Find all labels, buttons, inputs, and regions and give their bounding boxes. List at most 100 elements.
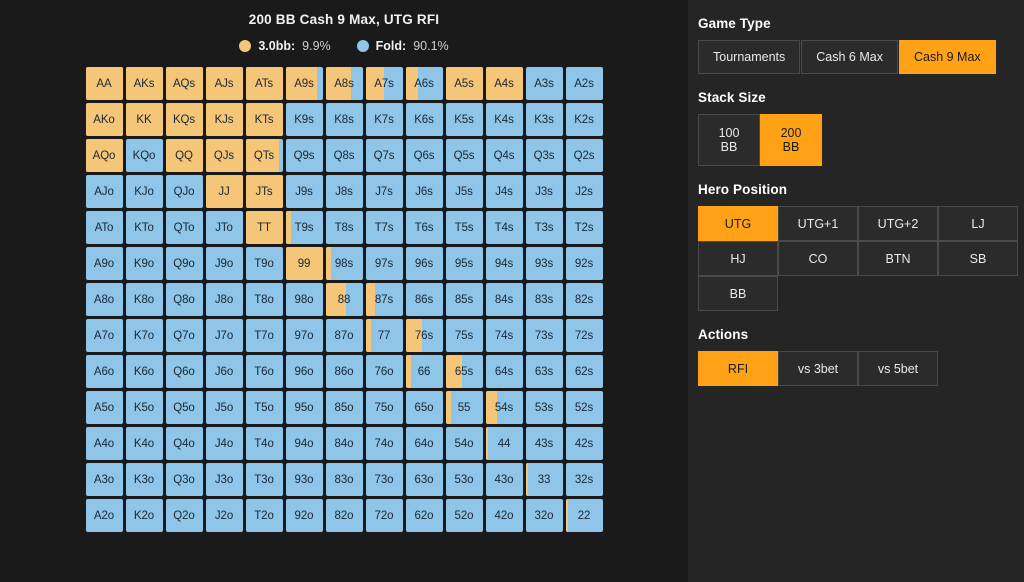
hero-position-option-co[interactable]: CO: [778, 241, 858, 276]
range-cell[interactable]: 86s: [406, 283, 443, 316]
range-cell[interactable]: Q7o: [166, 319, 203, 352]
range-cell[interactable]: 92o: [286, 499, 323, 532]
range-cell[interactable]: K2s: [566, 103, 603, 136]
range-cell[interactable]: Q6s: [406, 139, 443, 172]
range-cell[interactable]: K7s: [366, 103, 403, 136]
range-cell[interactable]: 22: [566, 499, 603, 532]
range-cell[interactable]: 73s: [526, 319, 563, 352]
range-cell[interactable]: AKs: [126, 67, 163, 100]
range-cell[interactable]: 97o: [286, 319, 323, 352]
range-cell[interactable]: 93o: [286, 463, 323, 496]
range-cell[interactable]: T2o: [246, 499, 283, 532]
range-cell[interactable]: 95s: [446, 247, 483, 280]
range-cell[interactable]: 52s: [566, 391, 603, 424]
range-cell[interactable]: 88: [326, 283, 363, 316]
range-cell[interactable]: AQo: [86, 139, 123, 172]
game-type-option-cash-6-max[interactable]: Cash 6 Max: [801, 40, 898, 74]
range-cell[interactable]: 75s: [446, 319, 483, 352]
range-cell[interactable]: A8o: [86, 283, 123, 316]
range-cell[interactable]: 55: [446, 391, 483, 424]
stack-size-option-100-bb[interactable]: 100 BB: [698, 114, 760, 166]
range-cell[interactable]: T6s: [406, 211, 443, 244]
range-cell[interactable]: 62s: [566, 355, 603, 388]
range-cell[interactable]: J4s: [486, 175, 523, 208]
range-cell[interactable]: J2o: [206, 499, 243, 532]
range-cell[interactable]: T2s: [566, 211, 603, 244]
range-cell[interactable]: J7s: [366, 175, 403, 208]
range-cell[interactable]: A3s: [526, 67, 563, 100]
range-cell[interactable]: Q4s: [486, 139, 523, 172]
range-cell[interactable]: JJ: [206, 175, 243, 208]
range-cell[interactable]: K6s: [406, 103, 443, 136]
game-type-options[interactable]: TournamentsCash 6 MaxCash 9 Max: [698, 40, 1006, 74]
range-cell[interactable]: K3o: [126, 463, 163, 496]
range-cell[interactable]: A6s: [406, 67, 443, 100]
range-cell[interactable]: J8s: [326, 175, 363, 208]
range-cell[interactable]: T3o: [246, 463, 283, 496]
range-cell[interactable]: 42o: [486, 499, 523, 532]
range-cell[interactable]: A9s: [286, 67, 323, 100]
range-cell[interactable]: T5s: [446, 211, 483, 244]
range-cell[interactable]: 54o: [446, 427, 483, 460]
range-cell[interactable]: 82s: [566, 283, 603, 316]
range-cell[interactable]: Q5o: [166, 391, 203, 424]
hero-position-option-utg[interactable]: UTG: [698, 206, 778, 241]
range-cell[interactable]: 43s: [526, 427, 563, 460]
range-cell[interactable]: T3s: [526, 211, 563, 244]
range-cell[interactable]: 43o: [486, 463, 523, 496]
range-cell[interactable]: 98s: [326, 247, 363, 280]
range-cell[interactable]: QJo: [166, 175, 203, 208]
range-cell[interactable]: T6o: [246, 355, 283, 388]
range-cell[interactable]: 72o: [366, 499, 403, 532]
range-cell[interactable]: 76o: [366, 355, 403, 388]
range-cell[interactable]: Q3o: [166, 463, 203, 496]
range-cell[interactable]: K2o: [126, 499, 163, 532]
hero-position-option-sb[interactable]: SB: [938, 241, 1018, 276]
range-cell[interactable]: T5o: [246, 391, 283, 424]
range-cell[interactable]: A5s: [446, 67, 483, 100]
range-cell[interactable]: Q8s: [326, 139, 363, 172]
range-cell[interactable]: K8o: [126, 283, 163, 316]
range-cell[interactable]: JTs: [246, 175, 283, 208]
range-cell[interactable]: 99: [286, 247, 323, 280]
range-cell[interactable]: 83s: [526, 283, 563, 316]
range-cell[interactable]: A2s: [566, 67, 603, 100]
game-type-option-cash-9-max[interactable]: Cash 9 Max: [899, 40, 996, 74]
range-cell[interactable]: T4s: [486, 211, 523, 244]
range-cell[interactable]: 76s: [406, 319, 443, 352]
range-cell[interactable]: K6o: [126, 355, 163, 388]
range-cell[interactable]: QJs: [206, 139, 243, 172]
range-cell[interactable]: 94s: [486, 247, 523, 280]
range-cell[interactable]: KTo: [126, 211, 163, 244]
range-cell[interactable]: 92s: [566, 247, 603, 280]
range-cell[interactable]: 33: [526, 463, 563, 496]
range-cell[interactable]: A2o: [86, 499, 123, 532]
range-cell[interactable]: 84s: [486, 283, 523, 316]
hero-position-options[interactable]: UTGUTG+1UTG+2LJHJCOBTNSBBB: [698, 206, 1018, 311]
range-cell[interactable]: QTo: [166, 211, 203, 244]
range-cell[interactable]: J3s: [526, 175, 563, 208]
stack-size-options[interactable]: 100 BB200 BB: [698, 114, 1006, 166]
range-cell[interactable]: Q7s: [366, 139, 403, 172]
range-cell[interactable]: A7s: [366, 67, 403, 100]
range-cell[interactable]: K4s: [486, 103, 523, 136]
range-cell[interactable]: 64s: [486, 355, 523, 388]
range-cell[interactable]: 74o: [366, 427, 403, 460]
range-cell[interactable]: Q9o: [166, 247, 203, 280]
range-cell[interactable]: 53s: [526, 391, 563, 424]
range-cell[interactable]: K4o: [126, 427, 163, 460]
range-cell[interactable]: A4o: [86, 427, 123, 460]
range-cell[interactable]: 85s: [446, 283, 483, 316]
range-cell[interactable]: Q5s: [446, 139, 483, 172]
range-cell[interactable]: 44: [486, 427, 523, 460]
range-cell[interactable]: T8o: [246, 283, 283, 316]
range-cell[interactable]: 87s: [366, 283, 403, 316]
action-options[interactable]: RFIvs 3betvs 5bet: [698, 351, 1006, 386]
range-cell[interactable]: K7o: [126, 319, 163, 352]
range-cell[interactable]: JTo: [206, 211, 243, 244]
range-cell[interactable]: T9s: [286, 211, 323, 244]
range-cell[interactable]: 74s: [486, 319, 523, 352]
action-option-rfi[interactable]: RFI: [698, 351, 778, 386]
range-cell[interactable]: KK: [126, 103, 163, 136]
range-cell[interactable]: 32s: [566, 463, 603, 496]
